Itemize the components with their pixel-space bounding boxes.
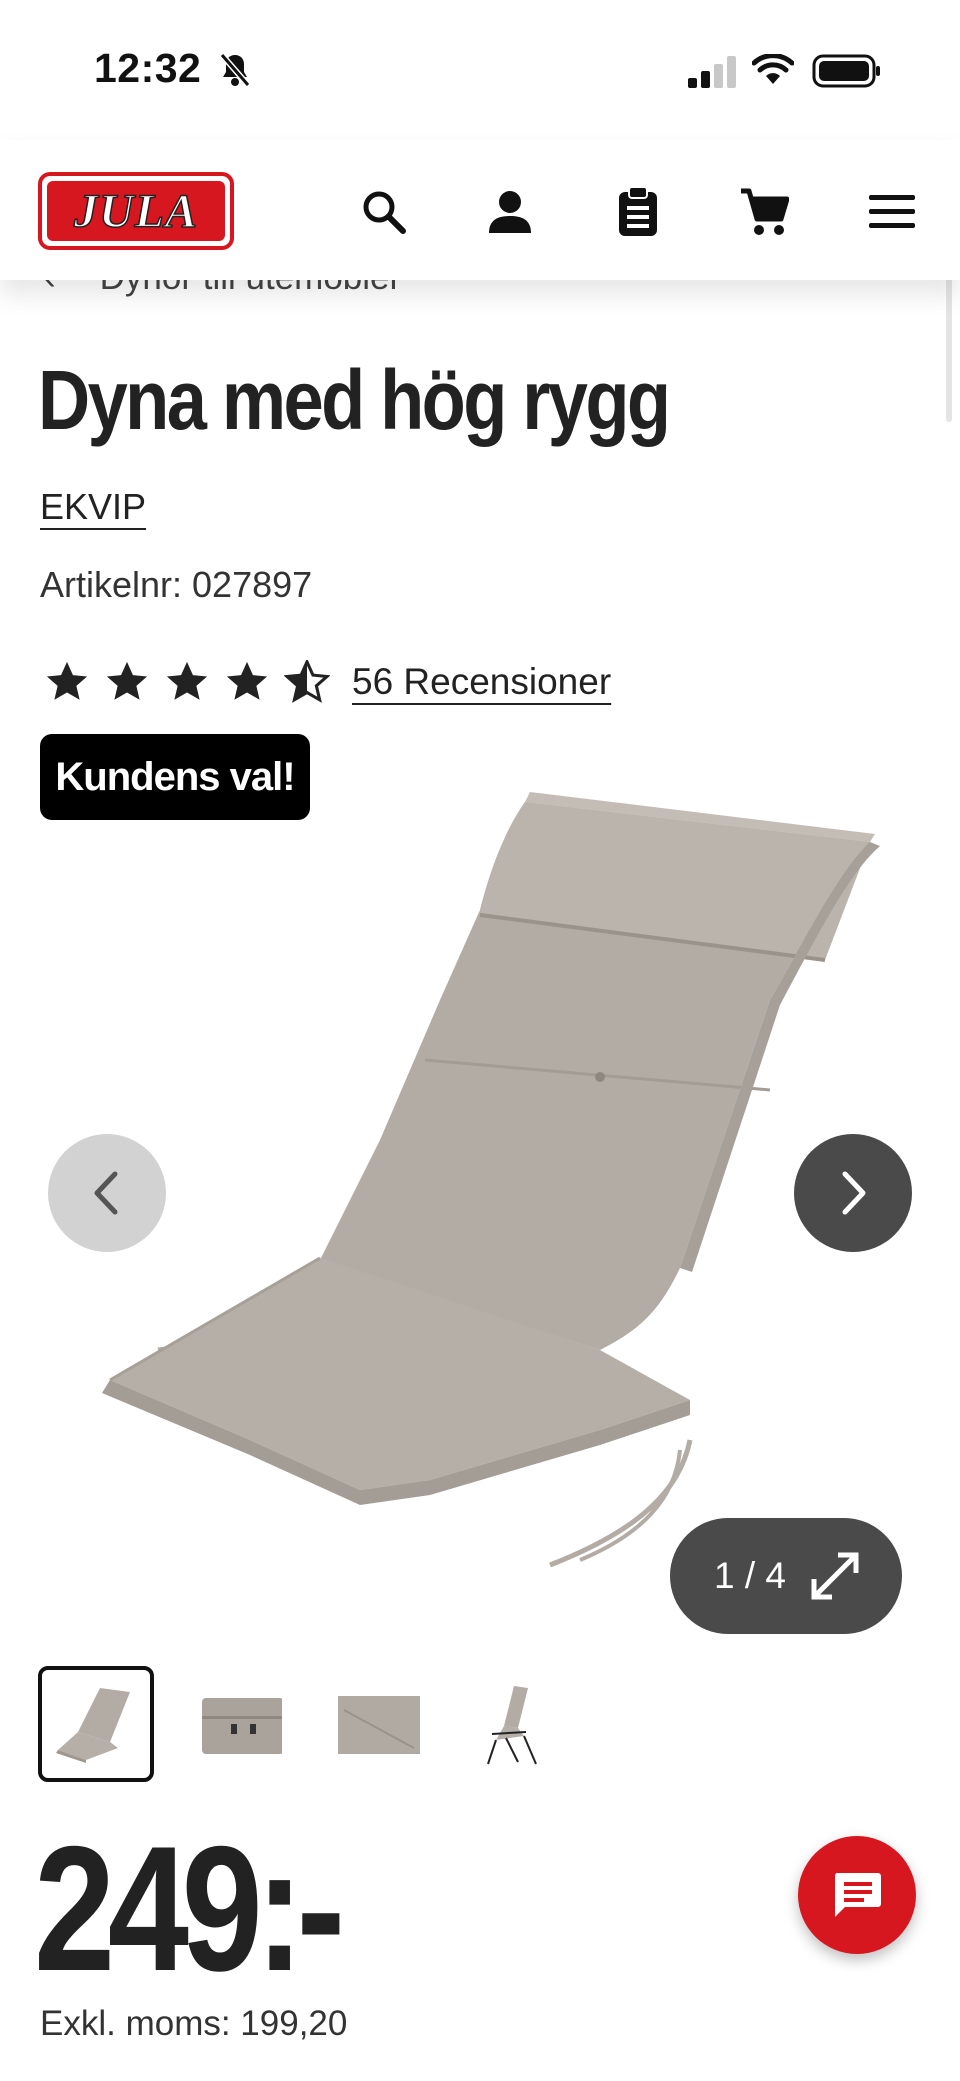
product-price: 249:- — [34, 1809, 345, 2008]
thumbnail-3[interactable] — [314, 1666, 430, 1782]
chevron-right-icon — [842, 1171, 866, 1215]
previous-image-button[interactable] — [48, 1134, 166, 1252]
user-icon — [489, 191, 531, 233]
thumbnail-image — [338, 1696, 420, 1754]
star-full-icon — [226, 661, 268, 700]
thumbnail-image — [202, 1698, 282, 1754]
svg-text:JULA: JULA — [73, 185, 198, 238]
site-header: JULA — [0, 140, 960, 280]
price-ex-vat: Exkl. moms: 199,20 — [40, 2004, 348, 2043]
status-bar: 12:32 — [0, 0, 960, 140]
menu-button[interactable] — [864, 184, 920, 240]
shopping-list-button[interactable] — [610, 184, 666, 240]
reviews-link[interactable]: 56 Recensioner — [352, 661, 611, 703]
rating-stars[interactable] — [44, 660, 330, 704]
thumbnail-image — [487, 1686, 537, 1765]
cart-button[interactable] — [736, 184, 792, 240]
thumbnail-1[interactable] — [38, 1666, 154, 1782]
wifi-icon — [752, 54, 794, 84]
cellular-signal-icon — [688, 56, 736, 88]
brand-link[interactable]: EKVIP — [40, 486, 146, 528]
image-counter: 1 / 4 — [714, 1555, 786, 1596]
thumbnail-4[interactable] — [452, 1666, 568, 1782]
product-image[interactable] — [80, 790, 900, 1610]
article-number: Artikelnr: 027897 — [40, 564, 313, 605]
account-button[interactable] — [482, 184, 538, 240]
jula-logo[interactable]: JULA — [38, 172, 234, 250]
bell-muted-icon — [219, 53, 251, 87]
chat-button[interactable] — [798, 1836, 916, 1954]
thumbnail-2[interactable] — [176, 1666, 292, 1782]
cart-icon — [741, 188, 789, 235]
battery-icon — [812, 54, 880, 88]
search-icon — [363, 191, 406, 234]
customer-choice-badge: Kundens val! — [40, 734, 310, 820]
search-button[interactable] — [356, 184, 412, 240]
clipboard-icon — [619, 186, 657, 236]
star-full-icon — [166, 661, 208, 700]
chat-icon — [835, 1873, 881, 1917]
product-title: Dyna med hög rygg — [38, 353, 671, 447]
expand-icon — [811, 1552, 859, 1600]
image-counter-fullscreen-button[interactable]: 1 / 4 — [670, 1518, 902, 1634]
chevron-left-icon — [94, 1171, 118, 1215]
menu-icon — [869, 195, 915, 228]
star-full-icon — [106, 661, 148, 700]
status-time: 12:32 — [94, 45, 202, 91]
star-half-icon — [284, 660, 330, 703]
next-image-button[interactable] — [794, 1134, 912, 1252]
star-full-icon — [46, 661, 88, 700]
thumbnail-image — [56, 1688, 130, 1763]
